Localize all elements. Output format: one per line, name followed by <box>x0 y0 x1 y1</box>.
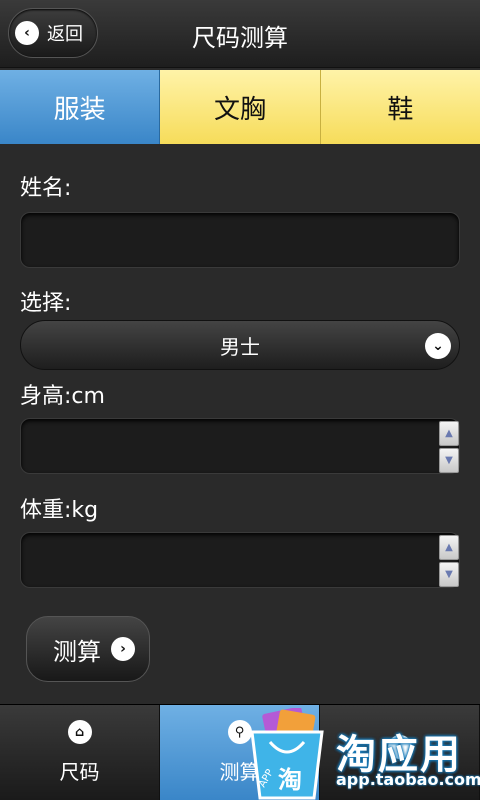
page-title: 尺码测算 <box>192 24 288 52</box>
nav-item-size-label: 尺码 <box>59 760 100 784</box>
chevron-right-icon: › <box>111 637 135 661</box>
nav-item-calculate-label: 测算 <box>219 760 260 784</box>
gender-select[interactable]: 男士 ⌄ <box>20 320 460 370</box>
header-bar: ‹ 返回 尺码测算 <box>0 0 480 68</box>
tab-clothing[interactable]: 服装 <box>0 70 161 144</box>
home-icon: ⌂ <box>67 720 92 744</box>
height-stepper: ▲ ▼ <box>439 421 459 473</box>
gender-select-label: 选择: <box>20 291 72 316</box>
tab-bra[interactable]: 文胸 <box>160 70 321 144</box>
nav-item-size[interactable]: ⌂ 尺码 <box>0 705 160 800</box>
info-icon: i <box>387 734 412 759</box>
weight-label: 体重:kg <box>20 498 99 523</box>
name-input[interactable] <box>20 212 460 268</box>
height-label: 身高:cm <box>20 384 105 409</box>
search-icon: ⚲ <box>227 720 252 744</box>
weight-input[interactable]: ▲ ▼ <box>20 532 460 588</box>
tab-bar: 服装 文胸 鞋 <box>0 70 480 144</box>
bottom-nav: ⌂ 尺码 ⚲ 测算 i <box>0 704 480 800</box>
gender-select-value: 男士 <box>220 334 260 359</box>
chevron-down-icon: ⌄ <box>425 333 451 359</box>
calculate-button-label: 测算 <box>53 637 101 666</box>
weight-stepper: ▲ ▼ <box>439 535 459 587</box>
weight-stepper-up-icon[interactable]: ▲ <box>439 535 459 560</box>
weight-stepper-down-icon[interactable]: ▼ <box>439 562 459 587</box>
height-input[interactable]: ▲ ▼ <box>20 418 460 474</box>
nav-item-info[interactable]: i <box>320 705 480 800</box>
name-label: 姓名: <box>20 176 72 201</box>
height-stepper-up-icon[interactable]: ▲ <box>439 421 459 446</box>
tab-shoes[interactable]: 鞋 <box>320 70 480 144</box>
nav-item-calculate[interactable]: ⚲ 测算 <box>160 705 320 800</box>
calculate-button[interactable]: 测算 › <box>26 616 150 682</box>
height-stepper-down-icon[interactable]: ▼ <box>439 448 459 473</box>
